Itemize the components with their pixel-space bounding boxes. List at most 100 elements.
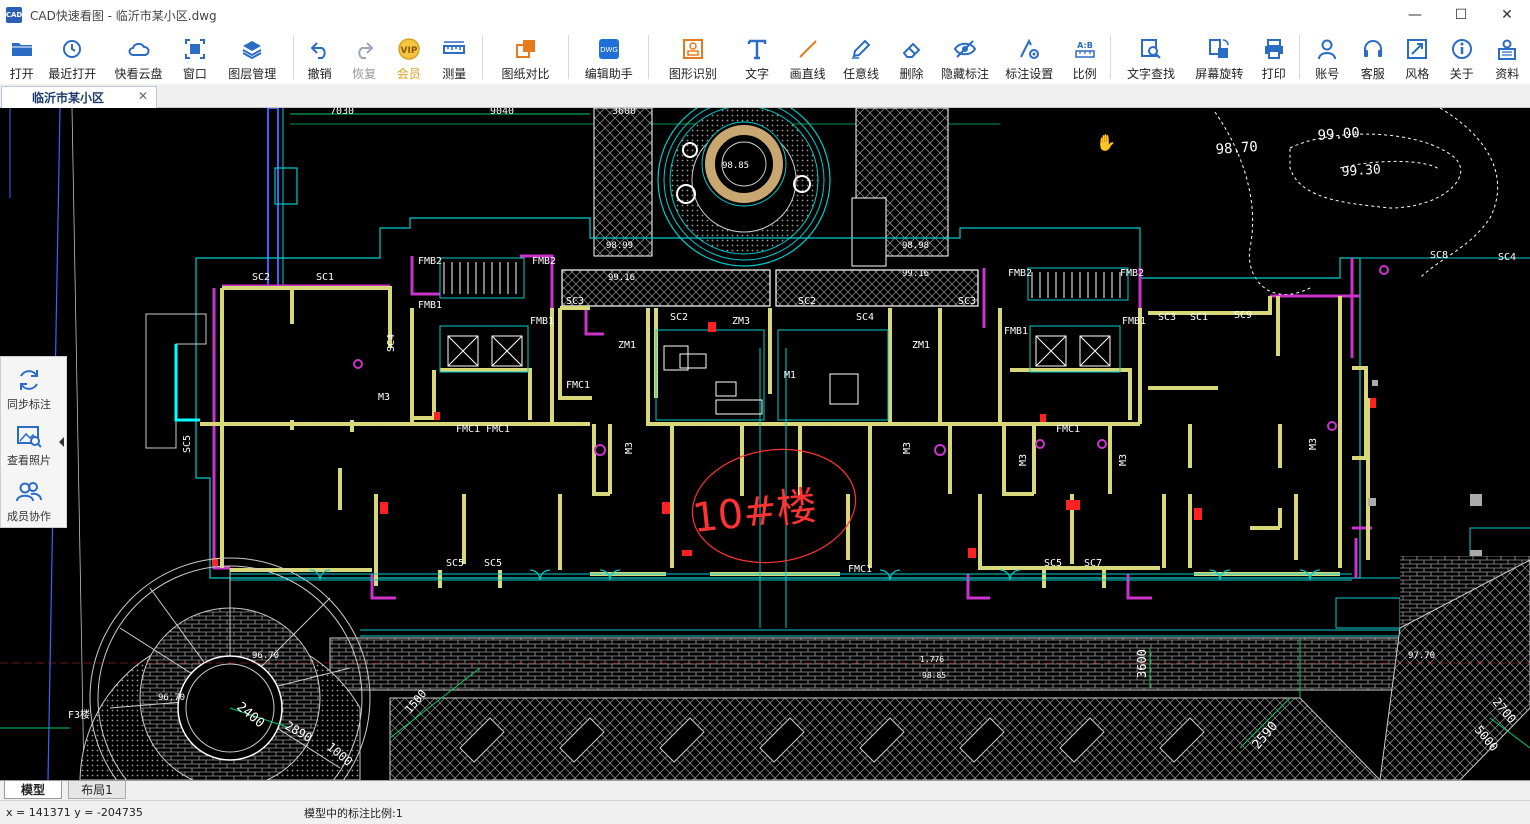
window-code-label: SC7 [1084, 558, 1102, 569]
document-tab-label: 临沂市某小区 [32, 91, 105, 105]
style-button[interactable]: 风格 [1395, 30, 1439, 84]
recent-button[interactable]: 最近打开 [42, 30, 103, 84]
svg-text:DWG: DWG [600, 46, 618, 54]
view-photos-button[interactable]: 查看照片 [1, 417, 57, 473]
account-button[interactable]: 账号 [1304, 30, 1350, 84]
eye-hide-icon [953, 37, 977, 61]
style-label: 风格 [1405, 67, 1430, 81]
layers-button[interactable]: 图层管理 [216, 30, 289, 84]
window-code-label: SC1 [316, 272, 334, 283]
about-label: 关于 [1449, 67, 1474, 81]
compare-button[interactable]: 图纸对比 [487, 30, 564, 84]
edit-assistant-icon: DWG [597, 37, 621, 61]
door-code-label: FMB2 [532, 256, 556, 267]
hide-label: 隐藏标注 [940, 67, 989, 81]
open-label: 打开 [9, 67, 34, 81]
user-icon [1315, 37, 1339, 61]
print-button[interactable]: 打印 [1252, 30, 1296, 84]
member-collab-label: 成员协作 [7, 510, 51, 523]
window-code-label: SC2 [670, 312, 688, 323]
clock-icon [60, 37, 84, 61]
svg-text:✋: ✋ [1096, 133, 1116, 152]
elevation-label: 97.70 [1408, 651, 1435, 661]
window-code-label: SC8 [1430, 250, 1448, 261]
close-window-button[interactable]: ✕ [1484, 0, 1530, 30]
edit-label: 编辑助手 [584, 67, 633, 81]
docs-button[interactable]: 资料 [1485, 30, 1530, 84]
window-code-label: SC4 [856, 312, 874, 323]
sync-annotation-label: 同步标注 [7, 398, 51, 411]
layout-tab-bar: 模型 布局1 [0, 780, 1530, 800]
headset-icon [1361, 37, 1385, 61]
vip-label: 会员 [396, 67, 421, 81]
window-code-label: SC4 [1498, 252, 1516, 263]
maximize-button[interactable]: ☐ [1438, 0, 1484, 30]
rotate-label: 屏幕旋转 [1195, 67, 1244, 81]
document-tab[interactable]: 临沂市某小区 ✕ [1, 86, 157, 108]
freeline-button[interactable]: 任意线 [833, 30, 888, 84]
text-button[interactable]: 文字 [732, 30, 781, 84]
scale-button[interactable]: A:B 比例 [1063, 30, 1107, 84]
layers-icon [240, 37, 264, 61]
window-code-label: SC9 [1234, 310, 1252, 321]
minimize-button[interactable]: — [1392, 0, 1438, 30]
door-code-label: M3 [624, 442, 635, 454]
compare-label: 图纸对比 [501, 67, 550, 81]
recent-label: 最近打开 [48, 67, 97, 81]
layers-label: 图层管理 [228, 67, 277, 81]
door-code-label: FMC1 [456, 424, 480, 435]
door-code-label: FMB1 [1004, 326, 1028, 337]
measure-button[interactable]: 测量 [430, 30, 477, 84]
vip-button[interactable]: VIP 会员 [387, 30, 431, 84]
elevation-label: 96.70 [252, 651, 279, 661]
cloud-button[interactable]: 快看云盘 [103, 30, 174, 84]
collapse-panel-icon[interactable] [59, 437, 64, 447]
close-tab-icon[interactable]: ✕ [138, 89, 148, 103]
erase-label: 删除 [899, 67, 924, 81]
style-icon [1405, 37, 1429, 61]
redo-button[interactable]: 恢复 [341, 30, 387, 84]
member-collab-button[interactable]: 成员协作 [1, 473, 57, 529]
tab-model[interactable]: 模型 [4, 781, 62, 799]
redo-label: 恢复 [352, 67, 377, 81]
dimension-label: 3600 [1135, 649, 1149, 678]
window-label: 窗口 [182, 67, 207, 81]
service-label: 客服 [1360, 67, 1385, 81]
hide-button[interactable]: 隐藏标注 [934, 30, 995, 84]
building-number-markup[interactable]: 10#楼 [690, 483, 819, 542]
door-code-label: M3 [1118, 454, 1129, 466]
rotate-screen-icon [1207, 37, 1231, 61]
elevation-label: 99.16 [902, 269, 929, 279]
sync-annotation-button[interactable]: 同步标注 [1, 361, 57, 417]
door-code-label: FMB1 [530, 316, 554, 327]
annotation-settings-icon [1017, 37, 1041, 61]
erase-button[interactable]: 删除 [889, 30, 935, 84]
window-button[interactable]: 窗口 [174, 30, 216, 84]
dimension-label: 3600 [612, 108, 636, 117]
door-code-label: M3 [1308, 438, 1319, 450]
shape-button[interactable]: 图形识别 [653, 30, 732, 84]
find-button[interactable]: 文字查找 [1115, 30, 1186, 84]
window-code-label: SC4 [386, 334, 397, 352]
about-button[interactable]: 关于 [1439, 30, 1485, 84]
line-button[interactable]: 画直线 [782, 30, 833, 84]
rotate-button[interactable]: 屏幕旋转 [1187, 30, 1252, 84]
cad-viewer-app: CAD CAD快速看图 - 临沂市某小区.dwg — ☐ ✕ 打开 最近打开 快看云… [0, 0, 1530, 824]
edit-button[interactable]: DWG 编辑助手 [573, 30, 644, 84]
window-code-label: SC2 [798, 296, 816, 307]
service-button[interactable]: 客服 [1350, 30, 1396, 84]
toolbar-separator [1110, 35, 1112, 79]
window-controls: — ☐ ✕ [1392, 0, 1530, 30]
tab-layout1[interactable]: 布局1 [68, 781, 126, 799]
drawing-canvas[interactable]: ✋ 7030 9040 3600 98.70 99.00 99.30 98.85 98.99 9… [0, 108, 1530, 780]
shape-recognize-icon [681, 37, 705, 61]
undo-button[interactable]: 撤销 [298, 30, 342, 84]
cursor-coordinates: x = 141371 y = -204735 [6, 806, 143, 819]
open-button[interactable]: 打开 [2, 30, 42, 84]
pencil-icon [849, 37, 873, 61]
freeline-label: 任意线 [843, 67, 880, 81]
redo-icon [352, 37, 376, 61]
annotset-button[interactable]: 标注设置 [996, 30, 1063, 84]
sync-icon [20, 370, 38, 390]
line-label: 画直线 [789, 67, 826, 81]
